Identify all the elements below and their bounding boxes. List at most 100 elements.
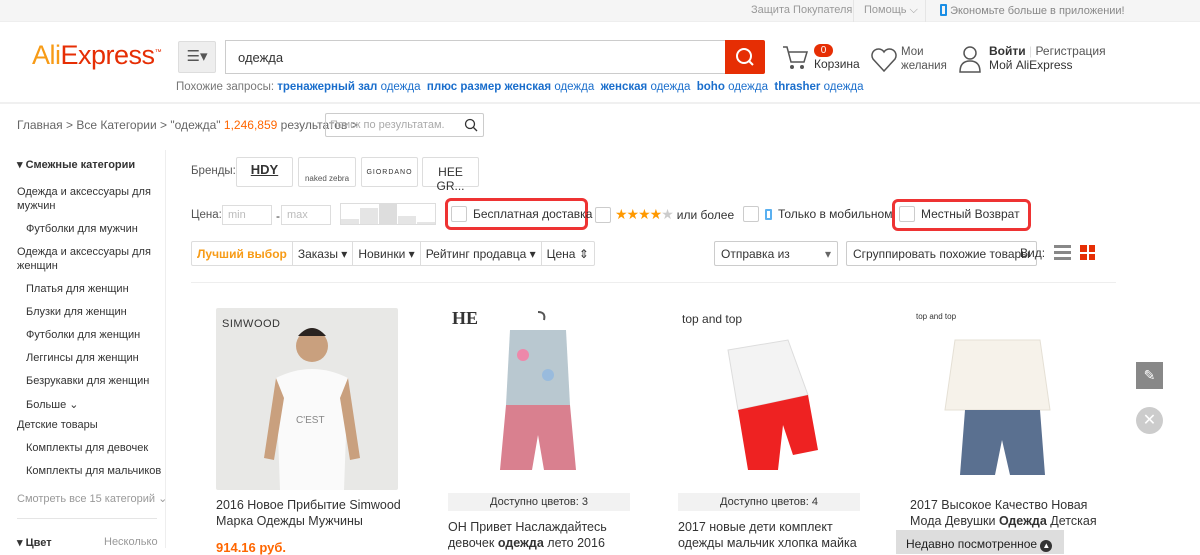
user-icon	[958, 44, 982, 77]
color-filter-title[interactable]: ▾ Цвет	[17, 536, 52, 549]
search-icon[interactable]	[464, 118, 478, 132]
price-min-input[interactable]: min	[222, 205, 272, 225]
list-view-icon[interactable]	[1054, 245, 1071, 260]
sort-best-match[interactable]: Лучший выбор	[192, 242, 293, 265]
sort-seller-rating[interactable]: Рейтинг продавца ▾	[421, 242, 542, 265]
product-image[interactable]: top and top	[678, 300, 860, 490]
help-label: Помощь	[864, 4, 907, 16]
product-title[interactable]: 2017 Высокое Качество Новая Мода Девушки…	[910, 497, 1100, 529]
view-label: Вид:	[1020, 246, 1046, 260]
cart-label[interactable]: Корзина	[814, 57, 860, 71]
local-return-checkbox[interactable]	[899, 206, 915, 222]
wishlist-button[interactable]	[870, 46, 898, 77]
search-button[interactable]	[725, 40, 765, 74]
brand-naked-zebra[interactable]: naked zebra	[298, 157, 356, 187]
mobile-only-filter[interactable]: Только в мобильном	[743, 206, 892, 222]
product-brand-logo: SIMWOOD	[222, 318, 281, 330]
sidebar-more[interactable]: Больше ⌄	[26, 398, 78, 411]
sidebar-divider	[165, 150, 166, 548]
phone-icon	[765, 208, 772, 220]
sidebar-item[interactable]: Футболки для женщин	[26, 329, 140, 341]
sort-bar: Лучший выбор Заказы ▾ Новинки ▾ Рейтинг …	[191, 241, 595, 266]
rating-filter[interactable]: ★★★★★ или более	[595, 206, 734, 223]
sidebar-item[interactable]: Платья для женщин	[26, 283, 129, 295]
product-title[interactable]: 2016 Новое Прибытие Simwood Марка Одежды…	[216, 497, 406, 529]
product-photo-man-tshirt: C'EST	[264, 328, 360, 490]
price-histogram[interactable]	[340, 203, 436, 225]
sidebar-item[interactable]: Блузки для женщин	[26, 306, 127, 318]
sidebar-item[interactable]: мужчин	[17, 200, 56, 212]
search-within-results-input[interactable]: Поиск по результатам.	[325, 113, 484, 137]
related-link[interactable]: плюс размер женская одежда	[427, 81, 594, 93]
product-image[interactable]: HE	[448, 300, 630, 490]
search-input[interactable]: одежда	[225, 40, 725, 74]
free-shipping-filter[interactable]: Бесплатная доставка	[451, 206, 592, 222]
top-bar: Защита Покупателя Помощь ⌵ Экономьте бол…	[0, 0, 1200, 22]
sidebar-item[interactable]: Одежда и аксессуары для	[17, 186, 151, 198]
sidebar-item[interactable]: Одежда и аксессуары для	[17, 246, 151, 258]
buyer-protection-link[interactable]: Защита Покупателя	[751, 4, 852, 16]
my-aliexpress-link[interactable]: Мой AliExpress	[989, 58, 1073, 72]
phone-icon	[940, 4, 947, 16]
brand-hdy[interactable]: HDY	[236, 157, 293, 187]
color-filter-value[interactable]: Несколько	[104, 536, 158, 548]
divider	[191, 282, 1116, 283]
related-searches: Похожие запросы: тренажерный зал одежда …	[176, 81, 864, 93]
breadcrumb-home[interactable]: Главная	[17, 118, 63, 132]
free-shipping-label: Бесплатная доставка	[473, 207, 593, 221]
sort-price[interactable]: Цена ⇕	[542, 242, 594, 265]
brand-giordano[interactable]: GIORDANO	[361, 157, 418, 187]
free-shipping-checkbox[interactable]	[451, 206, 467, 222]
sort-orders[interactable]: Заказы ▾	[293, 242, 354, 265]
product-brand-logo: HE	[452, 308, 479, 328]
sidebar-item[interactable]: Леггинсы для женщин	[26, 352, 139, 364]
app-link[interactable]: Экономьте больше в приложении!	[940, 4, 1125, 17]
cart-icon	[783, 46, 809, 69]
ship-from-select[interactable]: Отправка из ▾	[714, 241, 838, 266]
app-label: Экономьте больше в приложении!	[950, 5, 1125, 17]
product-image[interactable]: top and top	[910, 300, 1092, 490]
sidebar-see-all[interactable]: Смотреть все 15 категорий ⌄	[17, 492, 167, 505]
related-link[interactable]: женская одежда	[601, 81, 691, 93]
help-menu[interactable]: Помощь ⌵	[864, 4, 918, 17]
sidebar-item[interactable]: Футболки для мужчин	[26, 223, 138, 235]
sidebar-item[interactable]: женщин	[17, 260, 58, 272]
search-within-placeholder: Поиск по результатам.	[330, 119, 445, 131]
available-colors: Доступно цветов: 4	[678, 493, 860, 511]
sidebar-item[interactable]: Комплекты для мальчиков	[26, 465, 161, 477]
related-label: Похожие запросы:	[176, 81, 275, 93]
product-title[interactable]: ОН Привет Наслаждайтесь девочек одежда л…	[448, 519, 638, 551]
sidebar-item[interactable]: Комплекты для девочек	[26, 442, 148, 454]
sidebar-item[interactable]: Детские товары	[17, 419, 98, 431]
edit-pencil-icon[interactable]: ✎	[1136, 362, 1163, 389]
breadcrumb-all[interactable]: Все Категории	[76, 118, 156, 132]
cart-button[interactable]	[781, 44, 809, 75]
product-photo-boy-outfit	[727, 339, 818, 470]
category-menu-button[interactable]: ☰▾	[178, 41, 216, 73]
wishlist-label-1[interactable]: Мои	[901, 45, 947, 59]
login-link[interactable]: Войти	[989, 44, 1026, 58]
close-icon[interactable]: ✕	[1136, 407, 1163, 434]
chevron-up-icon: ▲	[1040, 540, 1053, 552]
grid-view-icon[interactable]	[1080, 245, 1095, 260]
rating-checkbox[interactable]	[595, 206, 611, 223]
sidebar-title[interactable]: ▾ Смежные категории	[17, 158, 135, 171]
mobile-only-checkbox[interactable]	[743, 206, 759, 222]
sort-new[interactable]: Новинки ▾	[353, 242, 421, 265]
register-link[interactable]: Регистрация	[1035, 44, 1105, 58]
product-image[interactable]: SIMWOOD C'EST	[216, 308, 398, 490]
brand-hee-grand[interactable]: HEE GR...	[422, 157, 479, 193]
recently-viewed-tab[interactable]: Недавно посмотренное ▲	[896, 530, 1064, 554]
related-link[interactable]: тренажерный зал одежда	[277, 81, 420, 93]
aliexpress-logo[interactable]: AliExpress™	[32, 40, 162, 71]
sidebar-item[interactable]: Безрукавки для женщин	[26, 375, 149, 387]
wishlist-label-2[interactable]: желания	[901, 59, 947, 73]
related-link[interactable]: boho одежда	[697, 81, 768, 93]
related-link[interactable]: thrasher одежда	[774, 81, 863, 93]
local-return-filter[interactable]: Местный Возврат	[899, 206, 1020, 222]
product-title[interactable]: 2017 новые дети комплект одежды мальчик …	[678, 519, 868, 551]
price-max-input[interactable]: max	[281, 205, 331, 225]
group-similar-button[interactable]: Сгруппировать похожие товары	[846, 241, 1037, 266]
product-photo-girl-set	[944, 339, 1051, 475]
breadcrumb-query: "одежда"	[170, 118, 221, 132]
